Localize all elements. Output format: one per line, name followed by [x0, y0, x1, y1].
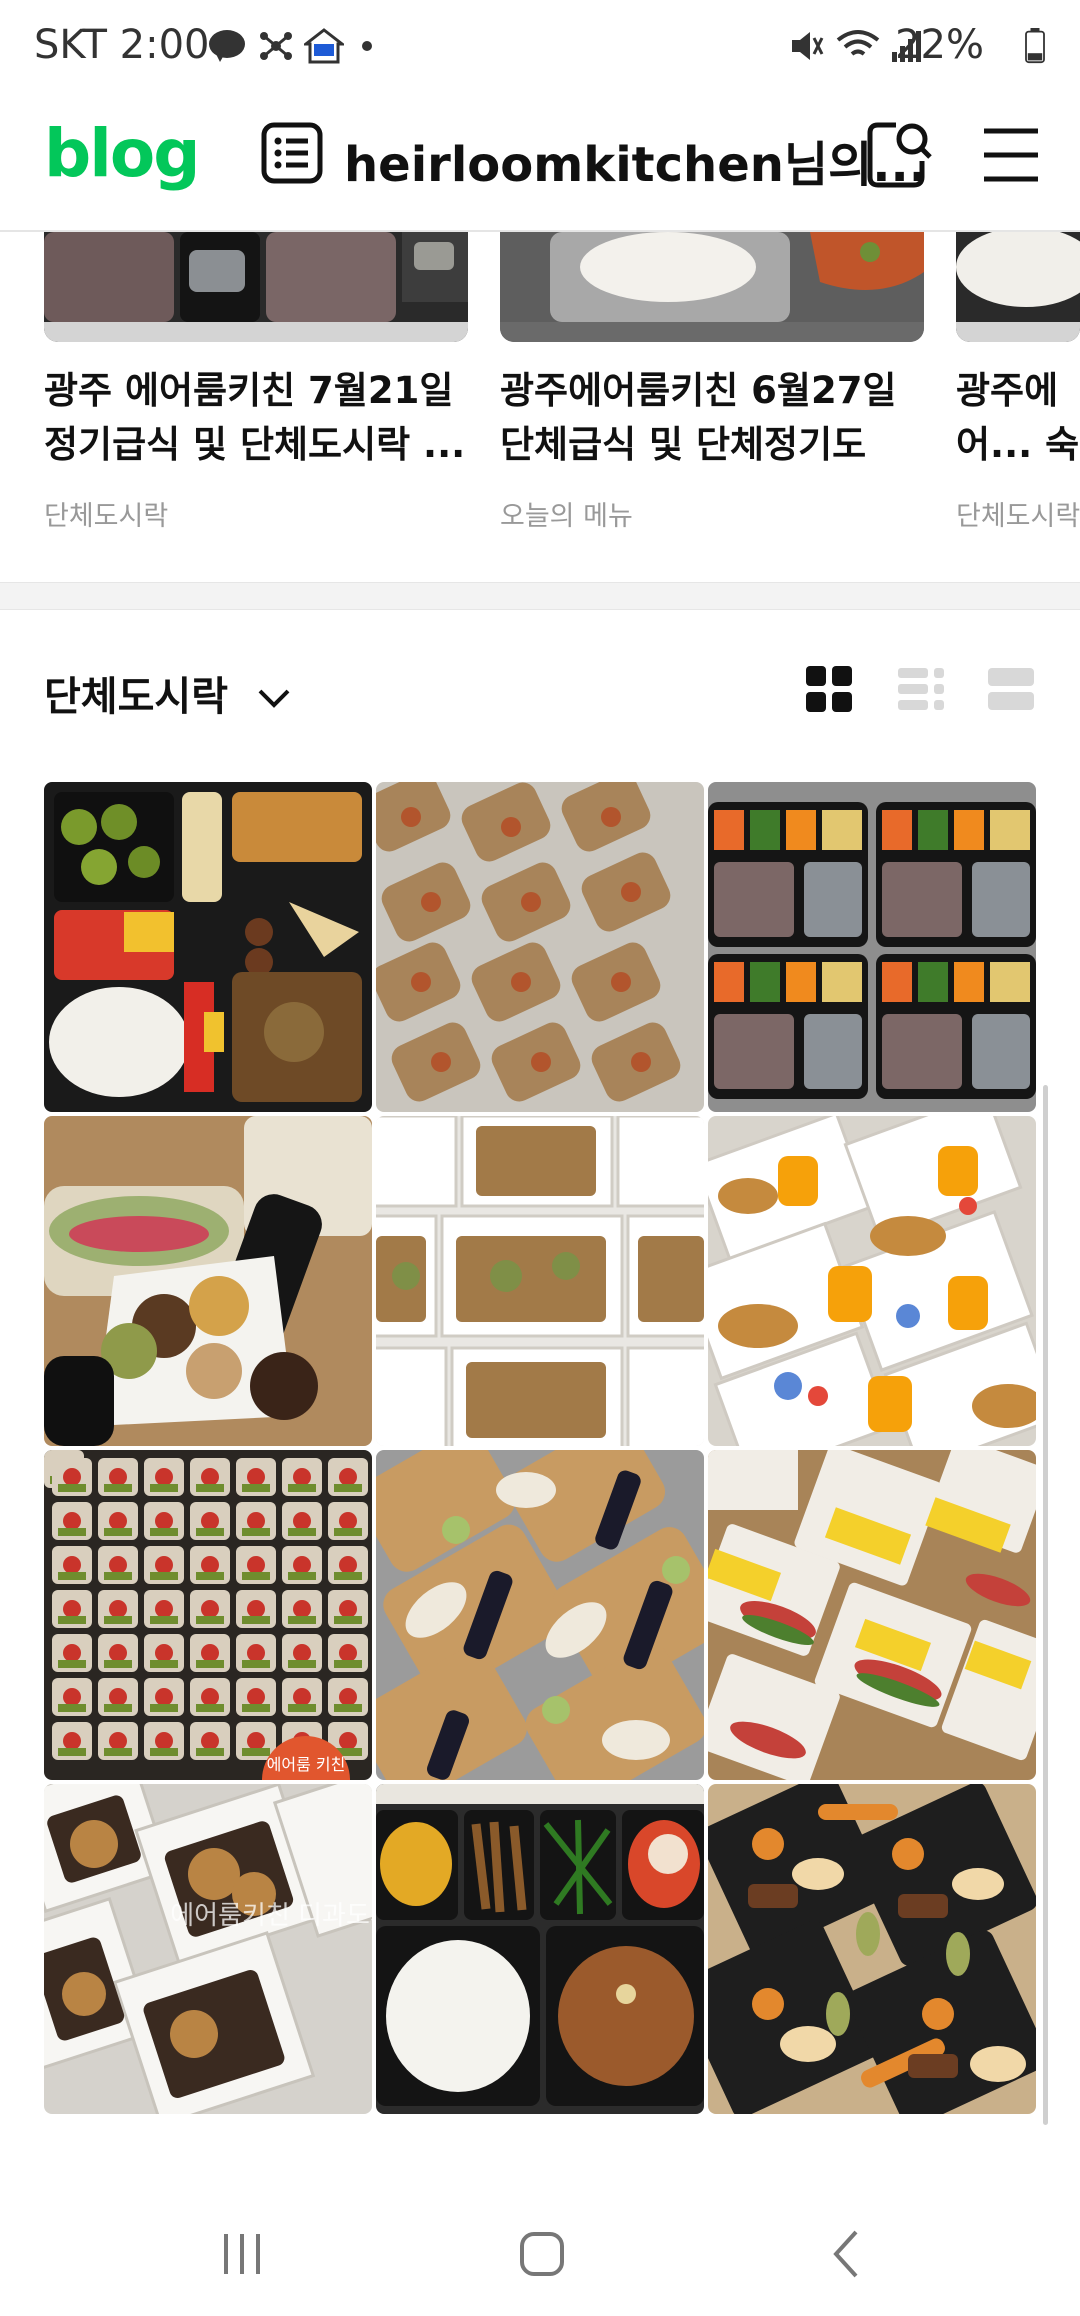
status-time: SKT 2:00 — [34, 22, 210, 68]
post-title[interactable]: 광주에어룸키친 6월27일 단체급식 및 단체정기도시... — [500, 364, 924, 472]
photo-tile[interactable] — [708, 1116, 1036, 1446]
blog-title[interactable]: heirloomkitchen님의... — [344, 125, 927, 195]
status-bar: SKT 2:00 22% — [0, 0, 1080, 95]
network-icon — [260, 32, 292, 60]
post-category[interactable]: 오늘의 메뉴 — [500, 494, 924, 533]
post-title[interactable]: 광주에어... 숙학원의... — [956, 364, 1080, 472]
dot-icon — [362, 41, 372, 51]
post-thumbnail[interactable] — [500, 232, 924, 342]
menu-icon[interactable] — [972, 115, 1052, 195]
photo-tile[interactable] — [376, 1450, 704, 1780]
photo-tile[interactable] — [708, 1784, 1036, 2114]
system-nav-bar — [0, 2180, 1080, 2316]
back-icon[interactable] — [818, 2224, 878, 2284]
post-category[interactable]: 단체도시락 — [956, 494, 1080, 533]
photo-tile[interactable] — [44, 782, 372, 1112]
recent-apps-icon[interactable] — [212, 2224, 272, 2284]
post-card[interactable]: 광주 에어룸키친 7월21일 정기급식 및 단체도시락 ... 단체도시락 — [44, 232, 468, 533]
home-icon[interactable] — [512, 2224, 572, 2284]
list-view-icon[interactable] — [896, 664, 946, 714]
search-icon[interactable] — [860, 115, 940, 195]
post-category[interactable]: 단체도시락 — [44, 494, 468, 533]
card-view-icon[interactable] — [986, 664, 1036, 714]
post-thumbnail[interactable] — [44, 232, 468, 342]
post-card[interactable]: 광주에어룸키친 6월27일 단체급식 및 단체정기도시... 오늘의 메뉴 — [500, 232, 924, 533]
post-title[interactable]: 광주 에어룸키친 7월21일 정기급식 및 단체도시락 ... — [44, 364, 468, 472]
photo-tile[interactable] — [376, 782, 704, 1112]
blog-logo[interactable]: blog — [44, 115, 200, 192]
chevron-down-icon[interactable] — [256, 687, 292, 711]
photo-tile[interactable] — [44, 1116, 372, 1446]
battery-icon — [1025, 28, 1045, 64]
section-divider — [0, 582, 1080, 610]
photo-tile[interactable] — [376, 1116, 704, 1446]
watermark-text: 에어룸 키친 — [267, 1755, 346, 1774]
scrollbar[interactable] — [1043, 1085, 1048, 2125]
kakaotalk-icon — [209, 30, 245, 62]
photo-tile[interactable]: 에어룸키친 디과도시락 — [44, 1784, 372, 2114]
photo-tile[interactable]: 에어룸 키친 — [44, 1450, 372, 1780]
watermark-text: 에어룸키친 디과도시락 — [170, 1901, 372, 1931]
photo-tile[interactable] — [708, 1450, 1036, 1780]
adt-icon — [304, 28, 344, 64]
category-label[interactable]: 단체도시락 — [44, 674, 228, 720]
list-icon[interactable] — [256, 115, 336, 195]
mute-icon — [792, 32, 824, 60]
category-selector[interactable]: 단체도시락 — [44, 664, 292, 722]
post-card[interactable]: 광주에어... 숙학원의... 단체도시락 — [956, 232, 1080, 533]
wifi-icon — [836, 30, 880, 56]
photo-tile[interactable] — [708, 782, 1036, 1112]
post-thumbnail[interactable] — [956, 232, 1080, 342]
blog-header: blog heirloomkitchen님의... — [0, 95, 1080, 232]
battery-percent: 22% — [895, 22, 984, 68]
photo-tile[interactable] — [376, 1784, 704, 2114]
grid-view-icon[interactable] — [804, 664, 854, 714]
